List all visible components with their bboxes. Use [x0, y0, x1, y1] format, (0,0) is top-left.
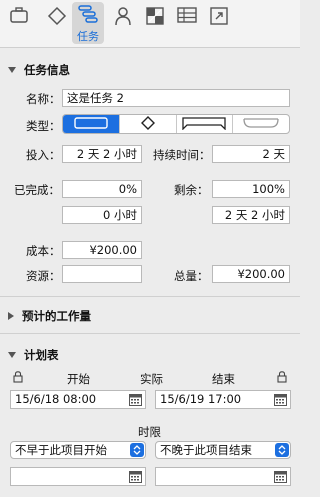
tab-resource[interactable]	[108, 4, 138, 38]
remaining-label: 剩余：	[174, 183, 209, 197]
tab-task[interactable]: 任务	[72, 2, 104, 44]
completed-label: 已完成：	[14, 183, 60, 197]
completed-percent-field[interactable]: 0%	[62, 180, 142, 198]
calendar-icon[interactable]	[274, 471, 287, 488]
end-deadline-field[interactable]	[155, 467, 291, 486]
calendar-icon[interactable]	[274, 394, 287, 411]
task-info-header[interactable]: 任务信息	[8, 62, 70, 78]
task-bar-icon	[74, 116, 108, 132]
schedule-header[interactable]: 计划表	[8, 347, 59, 363]
table-icon	[176, 4, 198, 27]
start-deadline-field[interactable]	[10, 467, 146, 486]
tab-styles[interactable]	[140, 4, 170, 38]
duration-field[interactable]: 2 天	[212, 145, 290, 163]
briefcase-icon	[9, 4, 29, 27]
name-label: 名称：	[26, 92, 61, 106]
calendar-icon[interactable]	[129, 471, 142, 488]
total-label: 总量：	[174, 269, 209, 283]
type-group-segment[interactable]	[177, 115, 234, 133]
estimated-work-title: 预计的工作量	[22, 309, 91, 323]
tab-document[interactable]	[4, 4, 34, 38]
start-lock-icon[interactable]	[13, 371, 23, 386]
tab-task-label: 任务	[77, 30, 99, 43]
inspector-toolbar: 任务	[0, 0, 300, 48]
duration-label: 持续时间：	[153, 148, 211, 162]
type-milestone-segment[interactable]	[120, 115, 177, 133]
start-label: 开始	[67, 372, 90, 386]
name-field[interactable]: 这是任务 2	[62, 89, 290, 107]
disclosure-triangle-icon	[8, 312, 14, 320]
tab-milestone[interactable]	[42, 4, 72, 38]
section-divider	[0, 333, 300, 334]
task-bars-icon	[77, 2, 99, 27]
cost-label: 成本：	[26, 244, 61, 258]
cost-field[interactable]: ¥200.00	[62, 241, 142, 259]
section-divider	[0, 296, 300, 297]
disclosure-triangle-icon	[8, 352, 16, 358]
end-lock-icon[interactable]	[277, 371, 287, 386]
type-label: 类型：	[26, 119, 61, 133]
checker-icon	[145, 4, 165, 29]
start-constraint-value: 不早于此项目开始	[15, 443, 107, 457]
start-constraint-select[interactable]: 不早于此项目开始	[10, 441, 146, 459]
task-info-title: 任务信息	[24, 63, 70, 77]
estimated-work-header[interactable]: 预计的工作量	[8, 308, 91, 324]
person-icon	[113, 4, 133, 29]
updown-arrows-icon	[130, 443, 144, 457]
end-constraint-select[interactable]: 不晚于此项目结束	[155, 441, 291, 459]
diamond-icon	[47, 4, 67, 29]
resources-label: 资源：	[26, 269, 61, 283]
tab-table[interactable]	[172, 4, 202, 38]
milestone-diamond-icon	[140, 115, 155, 133]
remaining-time-field[interactable]: 2 天 2 小时	[212, 206, 290, 224]
end-date-value: 15/6/19 17:00	[160, 392, 242, 406]
total-field[interactable]: ¥200.00	[212, 265, 290, 283]
effort-label: 投入：	[26, 148, 61, 162]
deadline-label: 时限	[138, 425, 161, 439]
resources-field[interactable]	[62, 265, 142, 283]
actual-label: 实际	[140, 372, 163, 386]
schedule-title: 计划表	[24, 348, 59, 362]
completed-time-field[interactable]: 0 小时	[62, 206, 142, 224]
start-date-field[interactable]: 15/6/18 08:00	[10, 390, 146, 409]
group-bracket-icon	[182, 116, 227, 133]
hammock-icon	[241, 116, 281, 133]
effort-field[interactable]: 2 天 2 小时	[62, 145, 142, 163]
type-task-segment[interactable]	[63, 115, 120, 133]
disclosure-triangle-icon	[8, 67, 16, 73]
remaining-percent-field[interactable]: 100%	[212, 180, 290, 198]
export-icon	[209, 4, 229, 29]
end-constraint-value: 不晚于此项目结束	[160, 443, 252, 457]
task-type-segmented	[62, 114, 290, 134]
end-date-field[interactable]: 15/6/19 17:00	[155, 390, 291, 409]
start-date-value: 15/6/18 08:00	[15, 392, 97, 406]
end-label: 结束	[212, 372, 235, 386]
updown-arrows-icon	[275, 443, 289, 457]
type-hammock-segment[interactable]	[233, 115, 289, 133]
calendar-icon[interactable]	[129, 394, 142, 411]
tab-export[interactable]	[204, 4, 234, 38]
